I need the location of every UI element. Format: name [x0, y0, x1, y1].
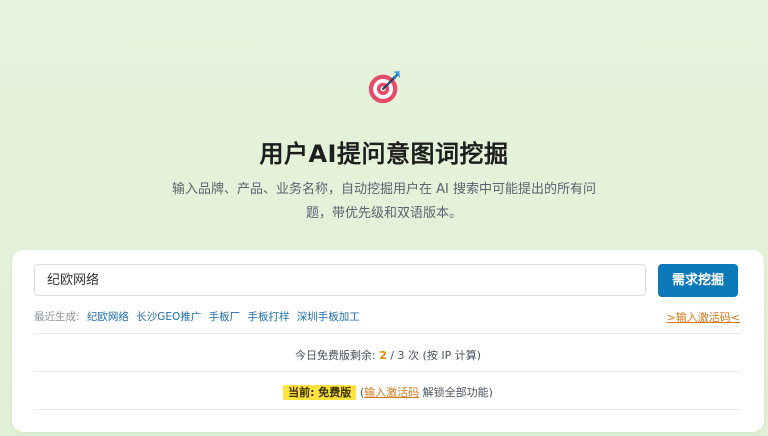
- enter-code-link[interactable]: 输入激活码: [364, 386, 419, 399]
- search-card: 纪欧网络 需求挖掘 最近生成: 纪欧网络 长沙GEO推广 手板厂 手板打样 深圳…: [12, 250, 764, 432]
- mine-button[interactable]: 需求挖掘: [658, 264, 738, 297]
- plan-status: 当前: 免费版 (输入激活码 解锁全部功能): [12, 384, 764, 400]
- quota-status: 今日免费版剩余: 2 / 3 次 (按 IP 计算): [12, 347, 764, 363]
- plan-badge: 当前: 免费版: [283, 385, 357, 400]
- plan-suffix: 解锁全部功能): [422, 386, 493, 399]
- divider: [34, 371, 740, 372]
- recent-label: 最近生成:: [34, 311, 80, 323]
- quota-remaining: 2: [379, 349, 387, 362]
- hero-section: 用户AI提问意图词挖掘 输入品牌、产品、业务名称，自动挖掘用户在 AI 搜索中可…: [0, 0, 768, 250]
- recent-item[interactable]: 纪欧网络: [87, 311, 129, 323]
- recent-item[interactable]: 手板打样: [247, 311, 289, 323]
- page-subtitle: 输入品牌、产品、业务名称，自动挖掘用户在 AI 搜索中可能提出的所有问题，带优先…: [172, 182, 596, 221]
- target-arrow-icon: [368, 70, 401, 104]
- activate-code-link[interactable]: >输入激活码<: [667, 309, 740, 325]
- divider: [34, 409, 740, 410]
- quota-prefix: 今日免费版剩余:: [294, 349, 376, 362]
- recent-item[interactable]: 长沙GEO推广: [136, 311, 201, 323]
- recent-searches: 最近生成: 纪欧网络 长沙GEO推广 手板厂 手板打样 深圳手板加工: [34, 309, 360, 324]
- recent-item[interactable]: 深圳手板加工: [297, 311, 360, 323]
- recent-item[interactable]: 手板厂: [209, 311, 241, 323]
- page-title: 用户AI提问意图词挖掘: [259, 140, 509, 168]
- divider: [34, 333, 740, 334]
- search-input[interactable]: 纪欧网络: [34, 264, 646, 296]
- quota-total: / 3 次 (按 IP 计算): [390, 349, 482, 362]
